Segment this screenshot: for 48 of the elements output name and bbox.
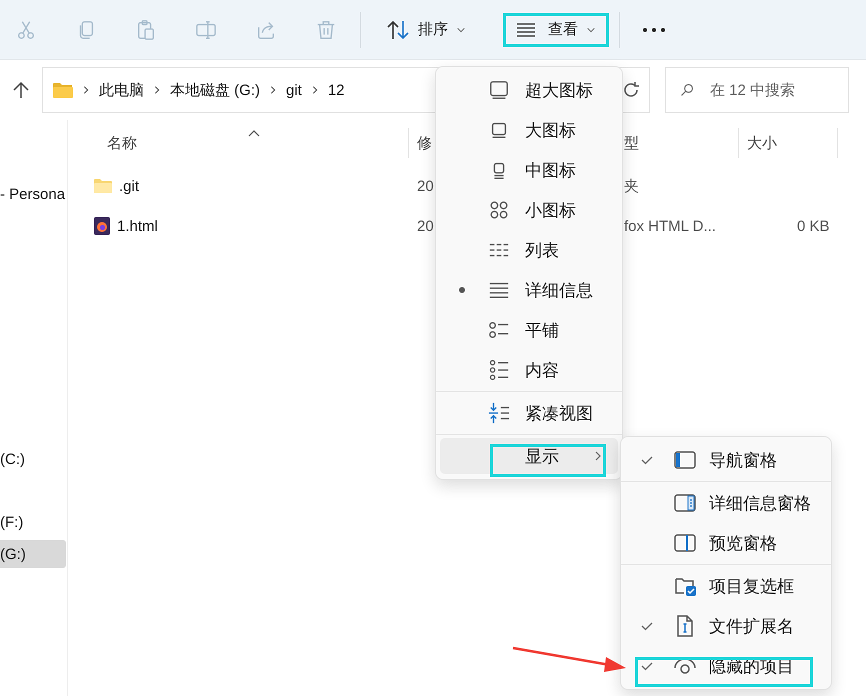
- search-field[interactable]: 在 12 中搜索: [665, 67, 849, 113]
- table-cell: 夹: [624, 176, 639, 196]
- menu-item[interactable]: 项目复选框: [621, 566, 831, 606]
- sort-icon: [386, 18, 410, 40]
- up-arrow-icon[interactable]: [12, 81, 30, 99]
- tiles-icon: [488, 319, 510, 341]
- file-name[interactable]: 1.html: [117, 218, 158, 234]
- folder-icon: [53, 82, 73, 98]
- menu-item[interactable]: 详细信息窗格: [621, 483, 831, 523]
- compact-icon: [488, 402, 510, 424]
- menu-item[interactable]: 详细信息: [436, 270, 622, 310]
- breadcrumb[interactable]: 此电脑: [99, 80, 144, 100]
- sidebar-item[interactable]: (C:): [0, 445, 66, 473]
- column-header[interactable]: 名称: [68, 128, 409, 158]
- grid-icon: [488, 199, 510, 221]
- menu-item[interactable]: 导航窗格: [621, 440, 831, 480]
- sidebar-item[interactable]: (G:): [0, 540, 66, 568]
- menu-item[interactable]: 文件扩展名: [621, 606, 831, 646]
- breadcrumb[interactable]: git: [286, 82, 302, 98]
- menu-item[interactable]: 紧凑视图: [436, 393, 622, 433]
- file-name[interactable]: .git: [119, 178, 140, 194]
- more-icon[interactable]: [642, 26, 666, 32]
- menu-item[interactable]: 预览窗格: [621, 523, 831, 563]
- menu-item[interactable]: 内容: [436, 350, 622, 390]
- table-cell: 0 KB: [797, 218, 830, 234]
- menu-item[interactable]: 平铺: [436, 310, 622, 350]
- sidebar-item[interactable]: - Persona: [0, 180, 66, 208]
- menu-item[interactable]: 列表: [436, 230, 622, 270]
- lines-icon: [516, 22, 536, 38]
- chevron-right-icon: [81, 85, 91, 95]
- breadcrumb[interactable]: 本地磁盘 (G:): [170, 80, 260, 100]
- view-button[interactable]: 查看: [503, 12, 609, 46]
- file-icon: [93, 216, 111, 236]
- table-cell: 20: [417, 218, 434, 234]
- folder-icon: [93, 177, 113, 195]
- content-icon: [488, 359, 510, 381]
- menu-item[interactable]: 显示: [440, 438, 618, 474]
- breadcrumb[interactable]: 12: [328, 82, 345, 98]
- chevron-right-icon: [152, 85, 162, 95]
- search-input[interactable]: 在 12 中搜索: [708, 70, 848, 110]
- table-cell: fox HTML D...: [624, 218, 716, 234]
- monitor-icon: [488, 79, 510, 101]
- chevron-right-icon: [268, 85, 278, 95]
- sort-button[interactable]: 排序: [373, 12, 479, 46]
- table-cell: 20: [417, 178, 434, 194]
- sidebar-item[interactable]: (F:): [0, 508, 66, 536]
- menu-item[interactable]: 小图标: [436, 190, 622, 230]
- column-header[interactable]: 大小: [739, 128, 838, 158]
